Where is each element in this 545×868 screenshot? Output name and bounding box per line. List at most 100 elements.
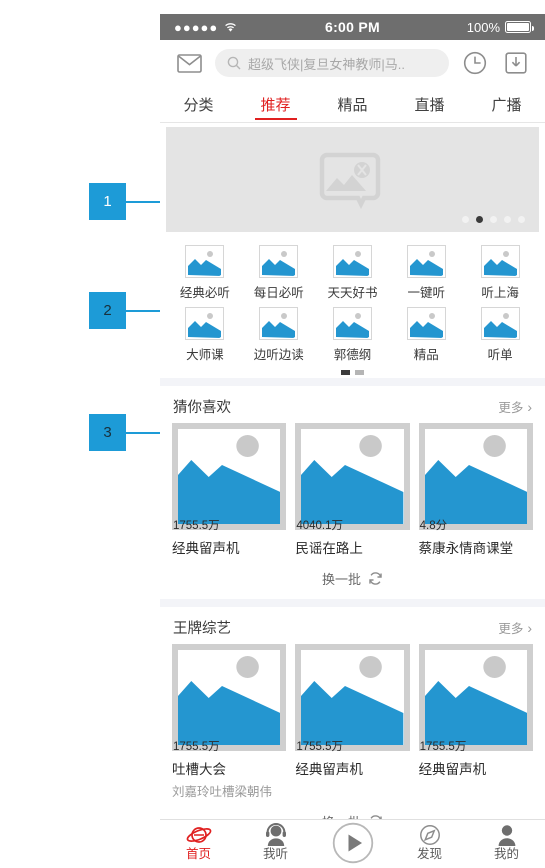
category-tabs: 分类 推荐 精品 直播 广播 bbox=[160, 86, 545, 123]
banner-carousel[interactable] bbox=[166, 127, 539, 232]
annotation-number: 3 bbox=[89, 414, 126, 451]
grid-item-yijianting[interactable]: 一键听 bbox=[389, 241, 463, 303]
tab-label: 直播 bbox=[414, 96, 445, 114]
card-image-placeholder: 4.8分 bbox=[418, 423, 533, 532]
icon-grid-row-1: 经典必听 每日必听 天天好书 一键听 听上海 bbox=[168, 241, 537, 303]
nav-item-home[interactable]: 首页 bbox=[160, 820, 237, 862]
battery-percent-label: 100% bbox=[466, 19, 500, 35]
icon-grid-row-2: 大师课 边听边读 郭德纲 精品 听单 bbox=[168, 303, 537, 365]
icon-grid: 经典必听 每日必听 天天好书 一键听 听上海 大师课 边听边读 郭德纲 精品 听… bbox=[160, 232, 545, 378]
image-placeholder-icon bbox=[480, 307, 520, 340]
tab-label: 广播 bbox=[491, 96, 522, 114]
card-play-count: 4040.1万 bbox=[296, 519, 344, 532]
nav-label: 我的 bbox=[493, 847, 519, 861]
card-image-placeholder: 1755.5万 bbox=[172, 423, 287, 532]
grid-item-biantingbiandu[interactable]: 边听边读 bbox=[242, 303, 316, 365]
more-label: 更多 bbox=[498, 401, 524, 415]
grid-item-label: 经典必听 bbox=[179, 286, 230, 300]
grid-item-label: 精品 bbox=[413, 348, 439, 362]
bottom-navigation: 首页 我听 发现 我的 bbox=[160, 819, 545, 868]
grid-item-tingdan[interactable]: 听单 bbox=[463, 303, 537, 365]
tab-tuijian[interactable]: 推荐 bbox=[237, 86, 314, 122]
section-divider bbox=[160, 599, 545, 607]
grid-item-tiantianhaoshu[interactable]: 天天好书 bbox=[316, 241, 390, 303]
tab-jingpin[interactable]: 精品 bbox=[314, 86, 391, 122]
download-icon[interactable] bbox=[501, 48, 531, 78]
grid-item-dashike[interactable]: 大师课 bbox=[168, 303, 242, 365]
tab-zhibo[interactable]: 直播 bbox=[391, 86, 468, 122]
card-title: 蔡康永情商课堂 bbox=[418, 541, 514, 556]
search-placeholder-text: 超级飞侠|复旦女神教师|马.. bbox=[248, 56, 405, 72]
card-item[interactable]: 1755.5万 吐槽大会 刘嘉玲吐槽梁朝伟 bbox=[172, 644, 287, 800]
more-label: 更多 bbox=[498, 622, 524, 636]
grid-page-dot-active[interactable] bbox=[341, 370, 350, 375]
image-placeholder-icon bbox=[406, 245, 446, 278]
grid-item-guodegang[interactable]: 郭德纲 bbox=[316, 303, 390, 365]
compass-icon bbox=[419, 825, 440, 845]
chevron-right-icon: › bbox=[527, 398, 532, 415]
card-subtitle: 刘嘉玲吐槽梁朝伟 bbox=[172, 785, 273, 799]
refresh-label: 换一批 bbox=[321, 572, 361, 587]
card-play-count: 1755.5万 bbox=[173, 519, 220, 532]
grid-item-label: 大师课 bbox=[186, 348, 224, 362]
card-rating: 4.8分 bbox=[419, 519, 448, 532]
person-icon bbox=[498, 825, 515, 846]
tab-guangbo[interactable]: 广播 bbox=[468, 86, 545, 122]
nav-label: 发现 bbox=[416, 847, 442, 861]
mail-icon[interactable] bbox=[174, 48, 204, 78]
clock-history-icon[interactable] bbox=[460, 48, 490, 78]
card-title: 经典留声机 bbox=[418, 762, 487, 777]
nav-item-listen[interactable]: 我听 bbox=[237, 820, 314, 862]
card-title: 吐槽大会 bbox=[172, 762, 226, 777]
card-title: 经典留声机 bbox=[172, 541, 240, 556]
banner-dot[interactable] bbox=[504, 216, 511, 223]
card-item[interactable]: 4.8分 蔡康永情商课堂 bbox=[418, 423, 533, 557]
card-image-placeholder: 1755.5万 bbox=[295, 644, 410, 753]
icon-grid-pagination bbox=[168, 365, 537, 378]
grid-page-dot[interactable] bbox=[355, 370, 364, 375]
search-input[interactable]: 超级飞侠|复旦女神教师|马.. bbox=[215, 49, 449, 77]
nav-item-mine[interactable]: 我的 bbox=[468, 820, 545, 862]
chevron-right-icon: › bbox=[527, 619, 532, 636]
grid-item-tingshanghai[interactable]: 听上海 bbox=[463, 241, 537, 303]
banner-dot[interactable] bbox=[518, 216, 525, 223]
nav-item-play[interactable] bbox=[314, 820, 391, 864]
grid-item-jingpin[interactable]: 精品 bbox=[389, 303, 463, 365]
nav-label: 我听 bbox=[262, 847, 288, 861]
banner-dot-active[interactable] bbox=[476, 216, 483, 223]
banner-dot[interactable] bbox=[462, 216, 469, 223]
section-more-link[interactable]: 更多 › bbox=[498, 397, 532, 416]
grid-item-meiribiting[interactable]: 每日必听 bbox=[242, 241, 316, 303]
card-item[interactable]: 1755.5万 经典留声机 bbox=[172, 423, 287, 557]
status-bar-left: ●●●●● bbox=[174, 21, 284, 34]
card-item[interactable]: 4040.1万 民谣在路上 bbox=[295, 423, 410, 557]
card-list: 1755.5万 吐槽大会 刘嘉玲吐槽梁朝伟 1755.5万 经典留声机 1755… bbox=[160, 644, 545, 800]
search-header: 超级飞侠|复旦女神教师|马.. bbox=[160, 40, 545, 86]
annotation-layer: 1 2 3 bbox=[0, 0, 180, 868]
grid-item-label: 天天好书 bbox=[327, 286, 378, 300]
image-placeholder-icon bbox=[185, 245, 225, 278]
card-item[interactable]: 1755.5万 经典留声机 bbox=[295, 644, 410, 800]
search-icon bbox=[227, 56, 241, 70]
tab-fenlei[interactable]: 分类 bbox=[160, 86, 237, 122]
tab-label: 推荐 bbox=[260, 96, 291, 114]
image-placeholder-icon bbox=[319, 152, 380, 209]
card-title: 经典留声机 bbox=[295, 762, 363, 777]
battery-full-icon bbox=[505, 21, 534, 33]
card-list: 1755.5万 经典留声机 4040.1万 民谣在路上 4.8分 蔡康永情商课堂 bbox=[160, 423, 545, 557]
banner-dot[interactable] bbox=[490, 216, 497, 223]
grid-item-jingdianbiting[interactable]: 经典必听 bbox=[168, 241, 242, 303]
grid-item-label: 听上海 bbox=[481, 286, 519, 300]
section-more-link[interactable]: 更多 › bbox=[498, 618, 532, 637]
nav-item-discover[interactable]: 发现 bbox=[391, 820, 468, 862]
card-play-count: 1755.5万 bbox=[419, 740, 467, 753]
card-item[interactable]: 1755.5万 经典留声机 bbox=[418, 644, 533, 800]
section-title: 猜你喜欢 bbox=[173, 400, 231, 416]
status-bar: ●●●●● 6:00 PM 100% bbox=[160, 14, 545, 40]
section-header: 王牌综艺 更多 › bbox=[160, 607, 545, 644]
section-title: 王牌综艺 bbox=[173, 621, 231, 637]
refresh-button[interactable]: 换一批 bbox=[160, 557, 545, 599]
image-placeholder-icon bbox=[332, 307, 372, 340]
card-play-count: 1755.5万 bbox=[296, 740, 344, 753]
status-bar-right: 100% bbox=[421, 19, 534, 35]
